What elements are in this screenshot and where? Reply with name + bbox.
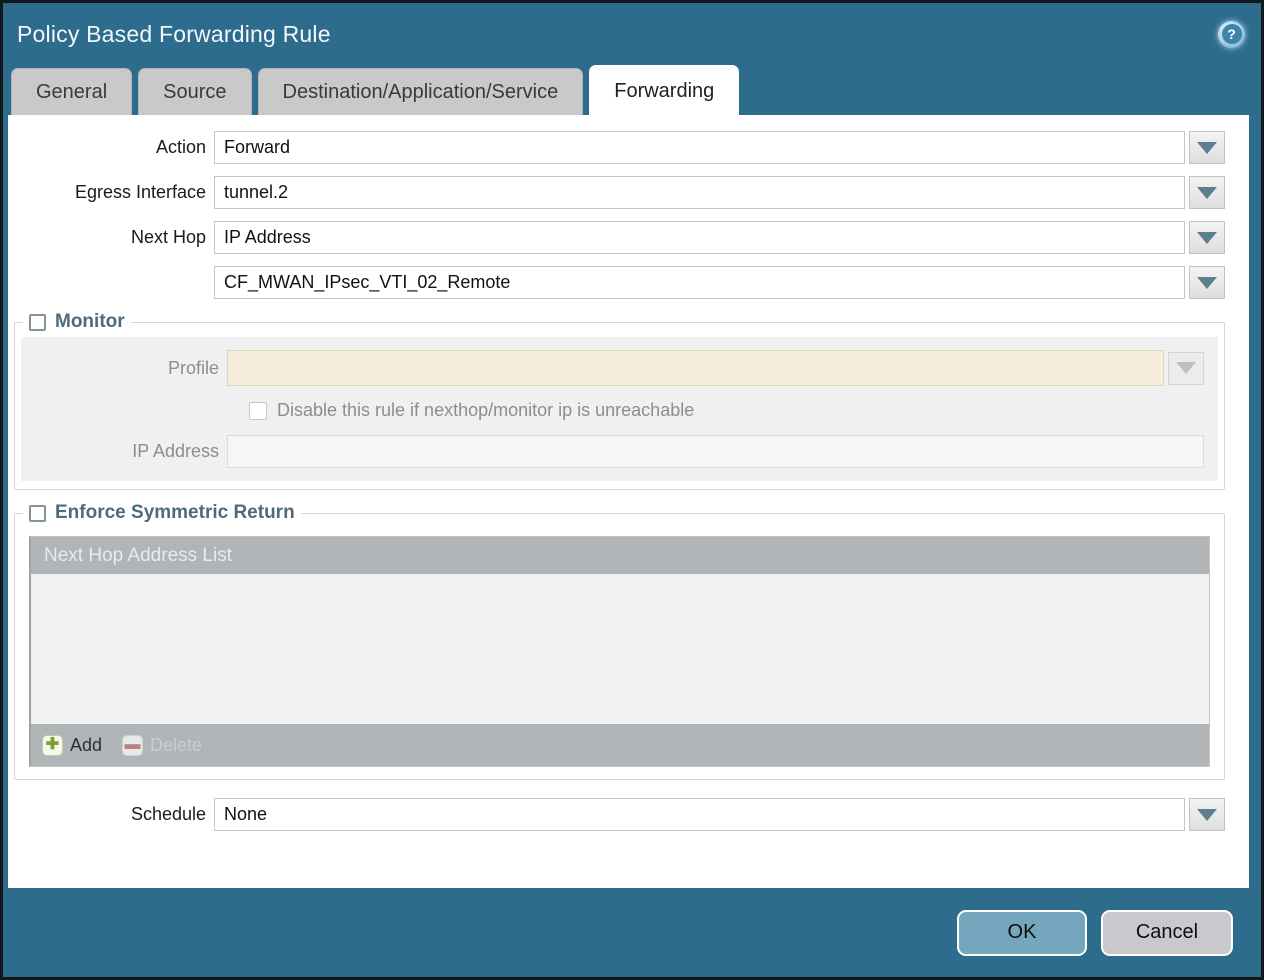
egress-interface-row: Egress Interface tunnel.2: [8, 176, 1225, 209]
profile-select: [227, 350, 1164, 386]
action-select[interactable]: Forward: [214, 131, 1185, 164]
delete-button-label: Delete: [150, 735, 202, 756]
next-hop-select[interactable]: IP Address: [214, 221, 1185, 254]
help-icon[interactable]: ?: [1218, 21, 1245, 48]
tab-general[interactable]: General: [11, 68, 132, 115]
ok-button[interactable]: OK: [957, 910, 1087, 956]
chevron-down-icon: [1197, 277, 1217, 289]
enforce-symmetric-return-legend: Enforce Symmetric Return: [23, 502, 301, 524]
monitor-panel: Profile Disable this rule if nexthop/mon…: [21, 337, 1218, 481]
plus-icon: ✚: [42, 735, 63, 756]
action-dropdown-button[interactable]: [1189, 131, 1225, 164]
table-toolbar: ✚ Add ▬ Delete: [31, 724, 1209, 766]
monitor-fieldset: Monitor Profile Disable this rule if nex…: [14, 311, 1225, 490]
egress-interface-dropdown-button[interactable]: [1189, 176, 1225, 209]
monitor-ip-address-label: IP Address: [21, 441, 227, 462]
delete-button: ▬ Delete: [122, 735, 202, 756]
profile-label: Profile: [21, 358, 227, 379]
disable-rule-label: Disable this rule if nexthop/monitor ip …: [277, 400, 694, 421]
schedule-dropdown-button[interactable]: [1189, 798, 1225, 831]
chevron-down-icon: [1176, 362, 1196, 374]
chevron-down-icon: [1197, 187, 1217, 199]
next-hop-address-list-table: Next Hop Address List ✚ Add ▬ Delete: [29, 536, 1210, 767]
dialog-title: Policy Based Forwarding Rule: [17, 21, 331, 48]
tab-bar: General Source Destination/Application/S…: [3, 65, 1261, 115]
enforce-symmetric-return-checkbox[interactable]: [29, 505, 46, 522]
monitor-legend-label: Monitor: [55, 311, 125, 333]
dialog-footer: OK Cancel: [3, 888, 1261, 977]
egress-interface-label: Egress Interface: [8, 182, 214, 203]
schedule-label: Schedule: [8, 804, 214, 825]
next-hop-address-list-body[interactable]: [31, 574, 1209, 724]
egress-interface-select[interactable]: tunnel.2: [214, 176, 1185, 209]
action-label: Action: [8, 137, 214, 158]
monitor-legend: Monitor: [23, 311, 131, 333]
chevron-down-icon: [1197, 232, 1217, 244]
cancel-button[interactable]: Cancel: [1101, 910, 1233, 956]
profile-row: Profile: [21, 350, 1204, 386]
disable-rule-row: Disable this rule if nexthop/monitor ip …: [249, 400, 1218, 421]
chevron-down-icon: [1197, 142, 1217, 154]
next-hop-row: Next Hop IP Address: [8, 221, 1225, 254]
next-hop-address-row: CF_MWAN_IPsec_VTI_02_Remote: [8, 266, 1225, 299]
minus-icon: ▬: [122, 735, 143, 756]
policy-based-forwarding-rule-dialog: Policy Based Forwarding Rule ? General S…: [0, 0, 1264, 980]
monitor-ip-address-input[interactable]: [227, 435, 1204, 468]
schedule-row: Schedule None: [8, 798, 1225, 831]
tab-source[interactable]: Source: [138, 68, 251, 115]
title-bar: Policy Based Forwarding Rule ?: [3, 3, 1261, 65]
next-hop-address-dropdown-button[interactable]: [1189, 266, 1225, 299]
next-hop-label: Next Hop: [8, 227, 214, 248]
tab-destination-application-service[interactable]: Destination/Application/Service: [258, 68, 584, 115]
disable-rule-checkbox[interactable]: [249, 402, 267, 420]
next-hop-address-list-header: Next Hop Address List: [31, 537, 1209, 574]
add-button[interactable]: ✚ Add: [42, 735, 102, 756]
monitor-ip-address-row: IP Address: [21, 435, 1204, 468]
chevron-down-icon: [1197, 809, 1217, 821]
action-row: Action Forward: [8, 131, 1225, 164]
add-button-label: Add: [70, 735, 102, 756]
profile-dropdown-button: [1168, 352, 1204, 385]
enforce-symmetric-return-fieldset: Enforce Symmetric Return Next Hop Addres…: [14, 502, 1225, 780]
schedule-select[interactable]: None: [214, 798, 1185, 831]
monitor-checkbox[interactable]: [29, 314, 46, 331]
next-hop-dropdown-button[interactable]: [1189, 221, 1225, 254]
tab-forwarding[interactable]: Forwarding: [589, 65, 739, 115]
tab-content-forwarding: Action Forward Egress Interface tunnel.2…: [8, 115, 1249, 888]
enforce-symmetric-return-legend-label: Enforce Symmetric Return: [55, 502, 295, 524]
question-mark-glyph: ?: [1222, 24, 1242, 44]
next-hop-address-select[interactable]: CF_MWAN_IPsec_VTI_02_Remote: [214, 266, 1185, 299]
